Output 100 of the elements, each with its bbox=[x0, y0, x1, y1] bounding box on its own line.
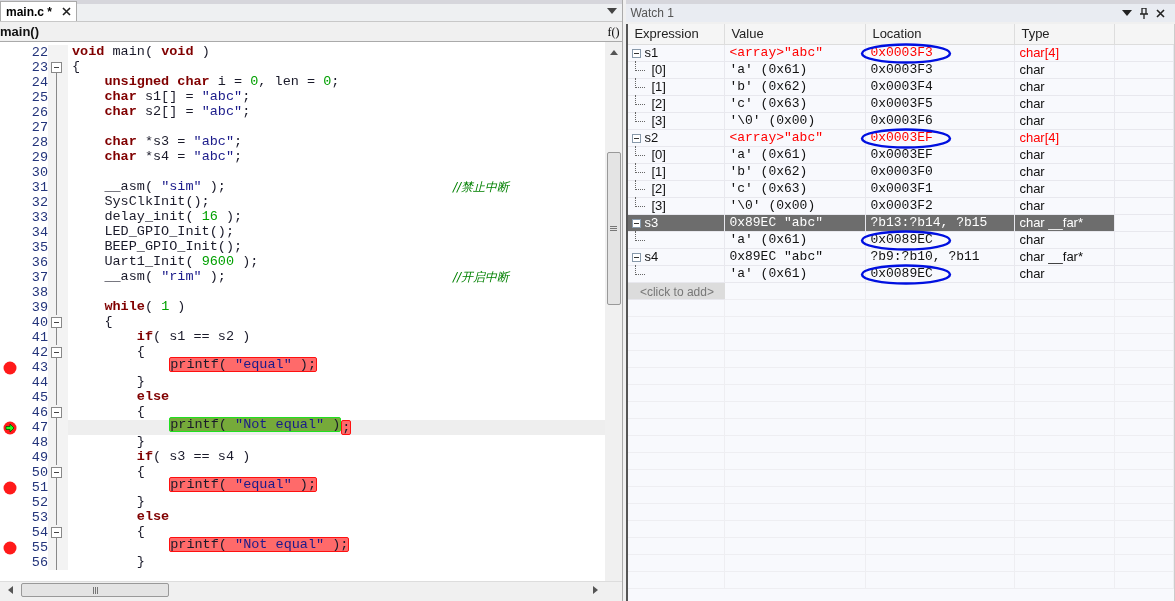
collapse-icon[interactable] bbox=[632, 133, 642, 143]
value-cell: 'c' (0x63) bbox=[725, 181, 867, 198]
line-number: 48 bbox=[31, 435, 48, 450]
collapse-icon[interactable] bbox=[51, 467, 62, 478]
expression-cell[interactable]: [0] bbox=[628, 147, 726, 164]
line-number: 23 bbox=[31, 60, 48, 75]
line-number: 36 bbox=[31, 255, 48, 270]
code-text: } bbox=[135, 373, 145, 391]
close-icon[interactable] bbox=[62, 7, 72, 16]
code-text: __asm( "rim" ); bbox=[103, 268, 226, 287]
expression-cell[interactable]: s4 bbox=[628, 249, 726, 266]
scroll-left-icon[interactable] bbox=[8, 586, 13, 594]
location-cell: 0x0003F5 bbox=[866, 96, 1016, 113]
column-header[interactable]: Location bbox=[866, 24, 1016, 44]
code-text: char s2[] = "abc"; bbox=[103, 103, 251, 122]
code-text: { bbox=[135, 343, 145, 362]
scrollbar-thumb[interactable] bbox=[21, 583, 169, 597]
value-cell: 'c' (0x63) bbox=[725, 96, 867, 113]
code-text: if( s1 == s2 ) bbox=[135, 328, 251, 346]
highlighted-code: ; bbox=[341, 420, 352, 435]
expression-cell[interactable]: [3] bbox=[628, 113, 726, 130]
collapse-icon[interactable] bbox=[51, 407, 62, 418]
grip-icon bbox=[92, 586, 98, 594]
expression-cell[interactable]: [2] bbox=[628, 181, 726, 198]
expression-cell[interactable] bbox=[628, 232, 726, 249]
collapse-icon[interactable] bbox=[632, 218, 642, 228]
code-comment: //禁止中断 bbox=[453, 180, 510, 195]
line-number: 45 bbox=[31, 390, 48, 405]
scrollbar-thumb[interactable] bbox=[606, 152, 621, 305]
highlighted-code: printf( "equal" ); bbox=[169, 357, 318, 373]
empty-cell bbox=[1115, 249, 1174, 266]
expression-cell[interactable]: s1 bbox=[628, 45, 726, 62]
value-cell: 0x89EC "abc" bbox=[725, 215, 867, 232]
expression-cell[interactable]: [1] bbox=[628, 79, 726, 96]
collapse-icon[interactable] bbox=[51, 527, 62, 538]
dropdown-icon[interactable] bbox=[607, 8, 618, 14]
code-text: else bbox=[135, 508, 170, 526]
close-icon[interactable] bbox=[1156, 8, 1165, 18]
tree-connector bbox=[635, 163, 646, 173]
line-number: 25 bbox=[31, 90, 48, 105]
code-text: { bbox=[135, 403, 145, 422]
code-text: SysClkInit(); bbox=[103, 193, 210, 211]
collapse-icon[interactable] bbox=[632, 252, 642, 262]
scroll-up-icon[interactable] bbox=[609, 50, 618, 55]
code-text: BEEP_GPIO_Init(); bbox=[103, 238, 243, 256]
tree-connector bbox=[635, 112, 646, 122]
pin-icon[interactable] bbox=[1140, 7, 1148, 19]
expression-cell[interactable]: s3 bbox=[628, 215, 726, 232]
code-text: } bbox=[135, 553, 145, 572]
value-cell: 'b' (0x62) bbox=[725, 164, 867, 181]
line-number: 46 bbox=[31, 405, 48, 420]
type-cell: char[4] bbox=[1015, 45, 1116, 62]
collapse-icon[interactable] bbox=[51, 317, 62, 328]
empty-cell bbox=[1115, 45, 1174, 62]
location-cell: 0x0003F0 bbox=[866, 164, 1016, 181]
highlighted-code: printf( "equal" ); bbox=[169, 477, 318, 493]
location-cell: 0x0003F6 bbox=[866, 113, 1016, 130]
code-text: char s1[] = "abc"; bbox=[103, 88, 251, 106]
function-list-button[interactable]: f() bbox=[607, 22, 620, 41]
location-cell: 0x0003F3 bbox=[866, 62, 1016, 79]
scroll-right-icon[interactable] bbox=[593, 586, 599, 594]
horizontal-scrollbar[interactable] bbox=[0, 581, 623, 598]
value-cell: 'a' (0x61) bbox=[725, 266, 867, 283]
empty-cell bbox=[1115, 62, 1174, 79]
collapse-icon[interactable] bbox=[632, 48, 642, 58]
code-text: { bbox=[103, 313, 113, 332]
value-cell: 'b' (0x62) bbox=[725, 79, 867, 96]
line-number: 30 bbox=[31, 165, 48, 180]
line-number: 47 bbox=[31, 420, 48, 435]
tree-connector bbox=[635, 146, 646, 156]
line-number: 50 bbox=[31, 465, 48, 480]
value-cell: 'a' (0x61) bbox=[725, 232, 867, 249]
type-cell: char bbox=[1015, 164, 1116, 181]
column-header[interactable]: Value bbox=[725, 24, 867, 44]
collapse-icon[interactable] bbox=[51, 62, 62, 73]
line-number: 35 bbox=[31, 240, 48, 255]
line-number: 51 bbox=[31, 480, 48, 495]
collapse-icon[interactable] bbox=[51, 347, 62, 358]
location-cell: 0x0003F3 bbox=[866, 45, 1016, 62]
expression-cell[interactable]: s2 bbox=[628, 130, 726, 147]
location-cell: ?b9:?b10, ?b11 bbox=[866, 249, 1016, 266]
expression-cell[interactable]: [0] bbox=[628, 62, 726, 79]
highlighted-code: printf( "Not equal" ) bbox=[169, 417, 342, 433]
line-number: 40 bbox=[31, 315, 48, 330]
line-number: 43 bbox=[31, 360, 48, 375]
editor-tab[interactable]: main.c * bbox=[0, 1, 78, 21]
line-number: 33 bbox=[31, 210, 48, 225]
type-cell: char bbox=[1015, 96, 1116, 113]
expression-cell[interactable]: [2] bbox=[628, 96, 726, 113]
column-header[interactable]: Expression bbox=[628, 24, 726, 44]
code-text: while( 1 ) bbox=[103, 298, 186, 316]
tree-connector bbox=[635, 180, 646, 190]
expression-cell[interactable]: [1] bbox=[628, 164, 726, 181]
dropdown-icon[interactable] bbox=[1122, 10, 1132, 16]
code-text: char *s4 = "abc"; bbox=[103, 148, 243, 167]
location-cell: 0x0003F4 bbox=[866, 79, 1016, 96]
type-cell: char bbox=[1015, 266, 1116, 283]
tree-connector bbox=[635, 78, 646, 88]
code-text: LED_GPIO_Init(); bbox=[103, 223, 235, 241]
empty-cell bbox=[1115, 96, 1174, 113]
